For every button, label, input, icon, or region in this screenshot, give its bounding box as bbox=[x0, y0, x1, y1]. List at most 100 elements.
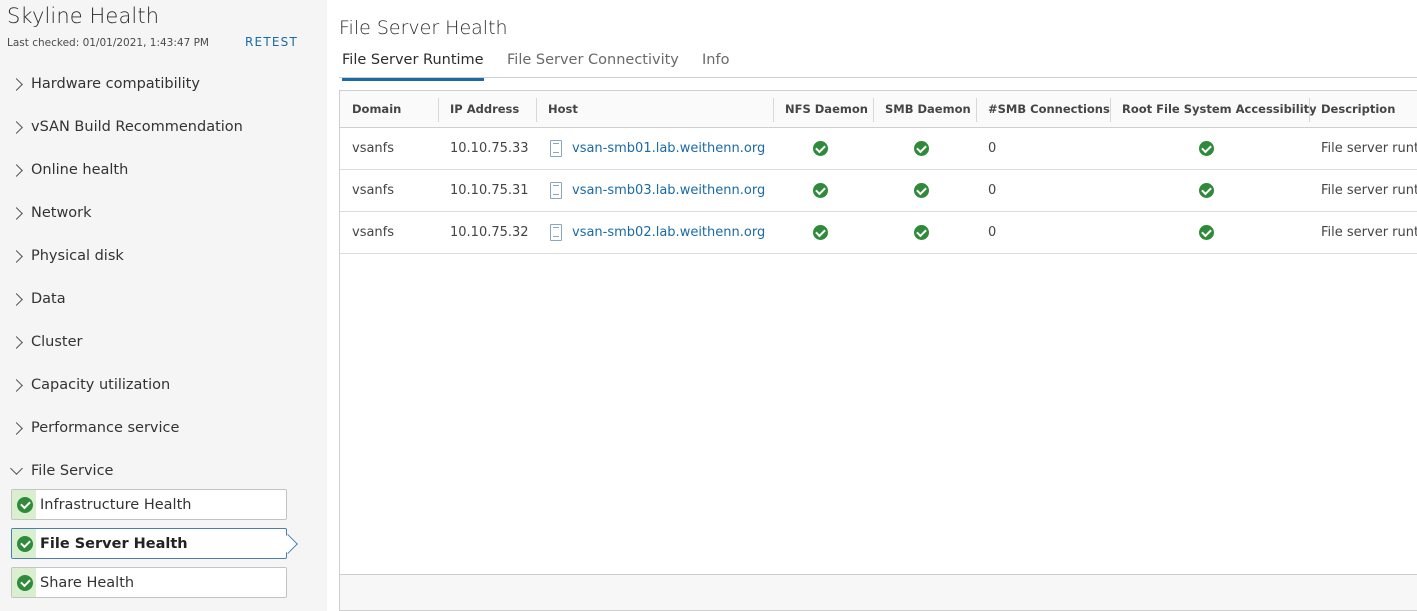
chevron-right-icon bbox=[10, 206, 23, 220]
cell-nfs-daemon bbox=[813, 170, 828, 211]
table-row[interactable]: vsanfs 10.10.75.31 vsan-smb03.lab.weithe… bbox=[340, 170, 1417, 212]
cell-nfs-daemon bbox=[813, 128, 828, 169]
column-header-host[interactable]: Host bbox=[536, 91, 578, 127]
tab-file-server-runtime[interactable]: File Server Runtime bbox=[342, 52, 484, 81]
table-header: Domain IP Address Host NFS Daemon SMB Da… bbox=[340, 91, 1417, 128]
column-header-nfs-daemon[interactable]: NFS Daemon bbox=[773, 91, 868, 127]
category-label: Network bbox=[31, 205, 92, 221]
page-title: File Server Health bbox=[339, 17, 508, 39]
check-share-health[interactable]: Share Health bbox=[11, 567, 287, 598]
column-header-smb-connections[interactable]: #SMB Connections bbox=[976, 91, 1110, 127]
check-label: Infrastructure Health bbox=[40, 496, 192, 513]
check-circle-icon bbox=[914, 141, 929, 156]
check-circle-icon bbox=[17, 496, 33, 513]
cell-smb-connections: 0 bbox=[988, 141, 997, 156]
cell-host[interactable]: vsan-smb03.lab.weithenn.org bbox=[550, 170, 765, 211]
category-label: vSAN Build Recommendation bbox=[31, 119, 243, 135]
category-physical-disk[interactable]: Physical disk bbox=[10, 244, 124, 268]
cell-root-fs bbox=[1199, 170, 1214, 211]
column-header-domain[interactable]: Domain bbox=[340, 91, 401, 127]
tab-bar: File Server Runtime File Server Connecti… bbox=[339, 48, 1417, 81]
cell-smb-connections: 0 bbox=[988, 183, 997, 198]
chevron-right-icon bbox=[10, 335, 23, 349]
table-row[interactable]: vsanfs 10.10.75.33 vsan-smb01.lab.weithe… bbox=[340, 128, 1417, 170]
category-performance-service[interactable]: Performance service bbox=[10, 416, 180, 440]
column-header-smb-daemon[interactable]: SMB Daemon bbox=[873, 91, 971, 127]
category-network[interactable]: Network bbox=[10, 201, 92, 225]
chevron-right-icon bbox=[10, 77, 23, 91]
table-footer bbox=[340, 574, 1417, 610]
column-header-description[interactable]: Description bbox=[1309, 91, 1395, 127]
cell-smb-daemon bbox=[914, 170, 929, 211]
cell-domain: vsanfs bbox=[352, 141, 395, 156]
check-circle-icon bbox=[1199, 183, 1214, 198]
check-circle-icon bbox=[813, 141, 828, 156]
cell-root-fs bbox=[1199, 128, 1214, 169]
check-circle-icon bbox=[813, 183, 828, 198]
check-circle-icon bbox=[17, 574, 33, 591]
category-data[interactable]: Data bbox=[10, 287, 66, 311]
column-header-ip-address[interactable]: IP Address bbox=[438, 91, 519, 127]
chevron-right-icon bbox=[10, 120, 23, 134]
host-link[interactable]: vsan-smb03.lab.weithenn.org bbox=[572, 183, 765, 198]
chevron-right-icon bbox=[10, 292, 23, 306]
category-label: File Service bbox=[31, 463, 114, 479]
category-label: Online health bbox=[31, 162, 129, 178]
tab-file-server-connectivity[interactable]: File Server Connectivity bbox=[507, 52, 679, 78]
chevron-right-icon bbox=[10, 378, 23, 392]
host-link[interactable]: vsan-smb01.lab.weithenn.org bbox=[572, 141, 765, 156]
chevron-down-icon bbox=[10, 461, 23, 475]
category-file-service[interactable]: File Service bbox=[10, 459, 114, 483]
last-checked-text: Last checked: 01/01/2021, 1:43:47 PM bbox=[7, 37, 209, 49]
category-label: Performance service bbox=[31, 420, 180, 436]
table-row[interactable]: vsanfs 10.10.75.32 vsan-smb02.lab.weithe… bbox=[340, 212, 1417, 254]
retest-button[interactable]: RETEST bbox=[245, 35, 298, 49]
check-circle-icon bbox=[1199, 141, 1214, 156]
selection-pointer bbox=[278, 534, 298, 554]
chevron-right-icon bbox=[10, 163, 23, 177]
host-link[interactable]: vsan-smb02.lab.weithenn.org bbox=[572, 225, 765, 240]
cell-smb-connections: 0 bbox=[988, 225, 997, 240]
server-icon bbox=[550, 140, 562, 157]
cell-host[interactable]: vsan-smb02.lab.weithenn.org bbox=[550, 212, 765, 253]
check-circle-icon bbox=[1199, 225, 1214, 240]
server-icon bbox=[550, 182, 562, 199]
check-circle-icon bbox=[914, 225, 929, 240]
cell-ip-address: 10.10.75.31 bbox=[450, 183, 529, 198]
check-circle-icon bbox=[914, 183, 929, 198]
cell-ip-address: 10.10.75.32 bbox=[450, 225, 529, 240]
check-label: File Server Health bbox=[40, 535, 188, 552]
sidebar: Skyline Health Last checked: 01/01/2021,… bbox=[0, 0, 327, 611]
file-server-table: Domain IP Address Host NFS Daemon SMB Da… bbox=[339, 90, 1417, 611]
category-cluster[interactable]: Cluster bbox=[10, 330, 82, 354]
cell-smb-daemon bbox=[914, 128, 929, 169]
cell-ip-address: 10.10.75.33 bbox=[450, 141, 529, 156]
chevron-right-icon bbox=[10, 249, 23, 263]
check-circle-icon bbox=[813, 225, 828, 240]
check-circle-icon bbox=[17, 535, 33, 552]
cell-root-fs bbox=[1199, 212, 1214, 253]
category-label: Physical disk bbox=[31, 248, 124, 264]
category-label: Hardware compatibility bbox=[31, 76, 200, 92]
category-capacity-utilization[interactable]: Capacity utilization bbox=[10, 373, 171, 397]
server-icon bbox=[550, 224, 562, 241]
category-hardware-compatibility[interactable]: Hardware compatibility bbox=[10, 72, 200, 96]
category-vsan-build-recommendation[interactable]: vSAN Build Recommendation bbox=[10, 115, 243, 139]
cell-host[interactable]: vsan-smb01.lab.weithenn.org bbox=[550, 128, 765, 169]
skyline-health-view: Skyline Health Last checked: 01/01/2021,… bbox=[0, 0, 1417, 611]
sidebar-title: Skyline Health bbox=[7, 4, 160, 28]
cell-nfs-daemon bbox=[813, 212, 828, 253]
cell-smb-daemon bbox=[914, 212, 929, 253]
category-online-health[interactable]: Online health bbox=[10, 158, 129, 182]
category-label: Data bbox=[31, 291, 66, 307]
category-label: Capacity utilization bbox=[31, 377, 171, 393]
cell-domain: vsanfs bbox=[352, 183, 395, 198]
cell-description: File server runt bbox=[1321, 183, 1417, 198]
check-infrastructure-health[interactable]: Infrastructure Health bbox=[11, 489, 287, 520]
chevron-right-icon bbox=[10, 421, 23, 435]
check-file-server-health[interactable]: File Server Health bbox=[11, 528, 298, 559]
cell-domain: vsanfs bbox=[352, 225, 395, 240]
cell-description: File server runt bbox=[1321, 225, 1417, 240]
column-header-root-fs-accessibility[interactable]: Root File System Accessibility bbox=[1110, 91, 1317, 127]
tab-info[interactable]: Info bbox=[702, 52, 729, 78]
